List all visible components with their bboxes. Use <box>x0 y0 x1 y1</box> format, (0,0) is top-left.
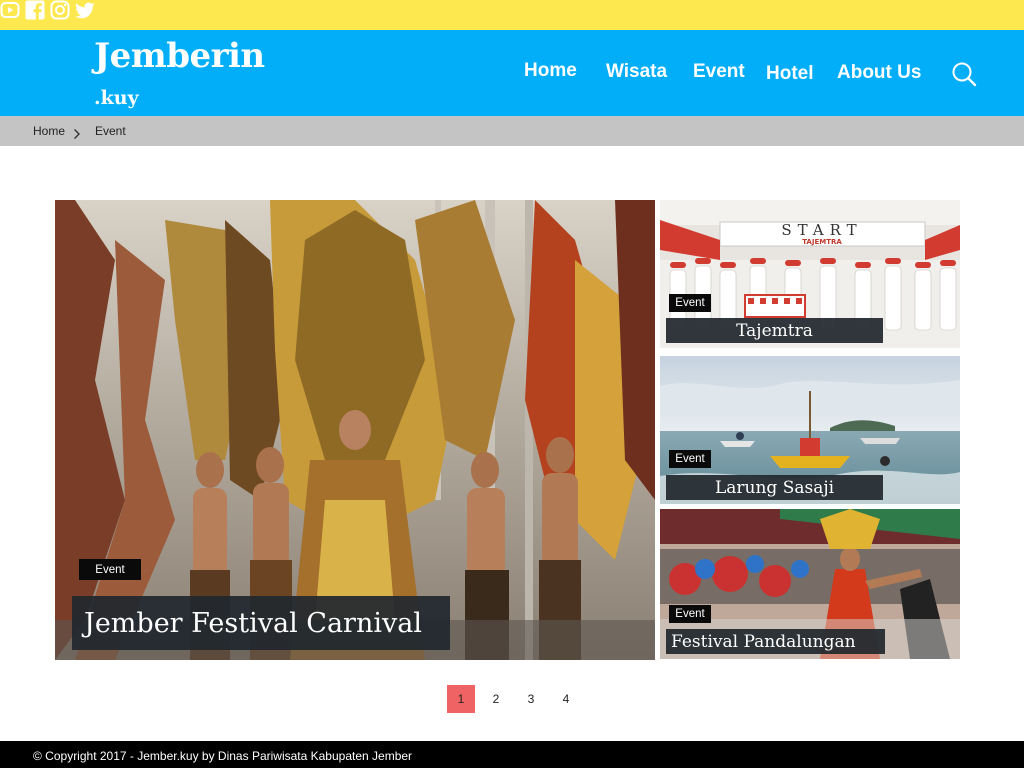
larung-sasaji-event-tag: Event <box>669 450 711 468</box>
festival-pandalungan-event-tag: Event <box>669 605 711 623</box>
tajemtra-banner-subtext: TAJEMTRA <box>802 238 842 246</box>
nav-hotel[interactable]: Hotel <box>766 63 814 85</box>
instagram-icon[interactable] <box>50 0 75 24</box>
page-1-button[interactable]: 1 <box>447 685 475 713</box>
page-3-button[interactable]: 3 <box>517 685 545 713</box>
nav-event[interactable]: Event <box>693 61 745 83</box>
search-icon[interactable] <box>950 60 978 88</box>
page-4-button[interactable]: 4 <box>552 685 580 713</box>
nav-home[interactable]: Home <box>524 60 577 82</box>
tajemtra-banner-text: START <box>781 221 862 239</box>
side-event-card-tajemtra[interactable]: START TAJEMTRA Event Tajemtra <box>660 200 960 348</box>
side-event-card-larung-sasaji[interactable]: Event Larung Sasaji <box>660 356 960 504</box>
tajemtra-event-tag: Event <box>669 294 711 312</box>
site-footer: © Copyright 2017 - Jember.kuy by Dinas P… <box>0 741 1024 768</box>
featured-event-tag: Event <box>79 559 141 580</box>
facebook-icon[interactable] <box>25 0 50 24</box>
site-logo[interactable]: Jemberin <box>94 36 265 76</box>
nav-about-us[interactable]: About Us <box>837 62 921 84</box>
side-event-card-festival-pandalungan[interactable]: Event Festival Pandalungan <box>660 509 960 659</box>
page-2-button[interactable]: 2 <box>482 685 510 713</box>
chevron-right-icon <box>72 125 82 139</box>
nav-wisata[interactable]: Wisata <box>606 61 667 83</box>
featured-event-title[interactable]: Jember Festival Carnival <box>72 596 450 650</box>
breadcrumb: Home Event <box>0 116 1024 146</box>
featured-event-image <box>55 200 655 660</box>
breadcrumb-home[interactable]: Home <box>33 124 65 138</box>
larung-sasaji-event-title[interactable]: Larung Sasaji <box>666 475 883 500</box>
breadcrumb-current: Event <box>95 124 126 138</box>
festival-pandalungan-event-title[interactable]: Festival Pandalungan <box>666 629 885 654</box>
featured-event-card[interactable]: Event Jember Festival Carnival <box>55 200 655 660</box>
copyright-text: © Copyright 2017 - Jember.kuy by Dinas P… <box>33 749 413 763</box>
tajemtra-event-title[interactable]: Tajemtra <box>666 318 883 343</box>
site-header: Jemberin .kuy Home Wisata Event Hotel Ab… <box>0 30 1024 116</box>
site-logo-suffix[interactable]: .kuy <box>94 87 139 109</box>
top-bar <box>0 0 1024 30</box>
twitter-icon[interactable] <box>75 2 95 24</box>
youtube-icon[interactable] <box>0 2 25 24</box>
